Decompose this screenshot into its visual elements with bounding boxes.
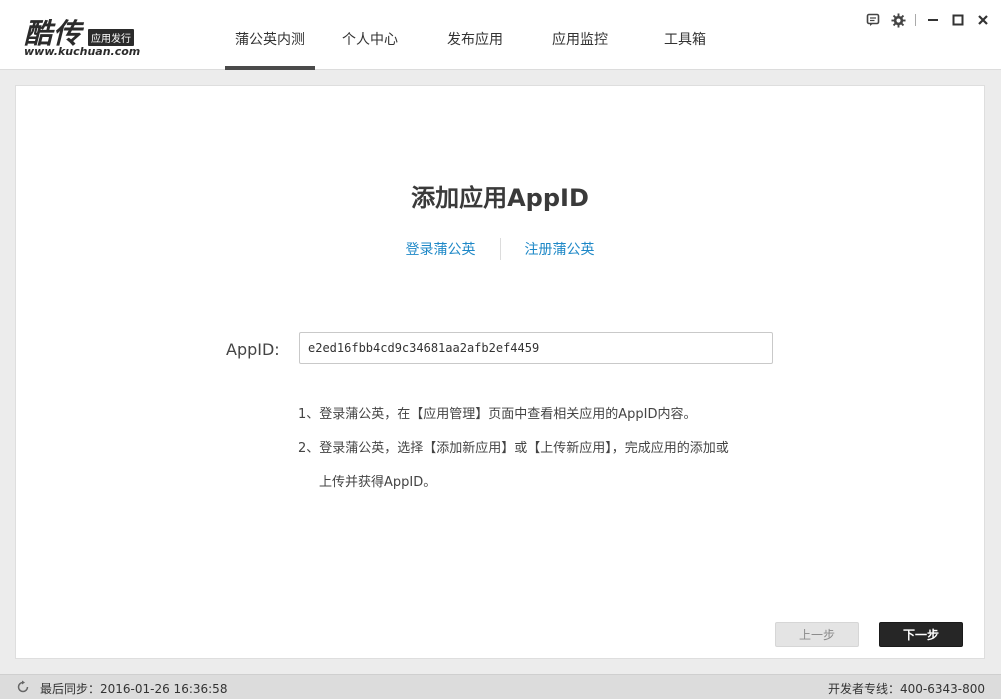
next-step-button[interactable]: 下一步	[879, 622, 963, 647]
instruction-line: 2、登录蒲公英，选择【添加新应用】或【上传新应用】，完成应用的添加或	[298, 441, 729, 456]
feedback-icon[interactable]	[865, 12, 881, 28]
nav-tab-app-monitor[interactable]: 应用监控	[525, 0, 635, 70]
close-icon[interactable]	[975, 12, 991, 28]
sync-icon[interactable]	[16, 680, 30, 694]
links-divider	[499, 238, 501, 260]
window-edge	[995, 0, 1001, 674]
nav-tab-publish-app[interactable]: 发布应用	[425, 0, 525, 70]
nav-tab-toolbox[interactable]: 工具箱	[635, 0, 735, 70]
register-pgyer-link[interactable]: 注册蒲公英	[525, 239, 595, 259]
logo-url: www.kuchuan.com	[24, 45, 141, 58]
window-controls	[865, 12, 991, 28]
status-bar: 最后同步：2016-01-26 16:36:58 开发者专线：400-6343-…	[0, 674, 1001, 699]
app-header: 酷传 应用发行 www.kuchuan.com 蒲公英内测 个人中心 发布应用 …	[0, 0, 1001, 70]
appid-label: AppID:	[226, 340, 280, 359]
maximize-icon[interactable]	[950, 12, 966, 28]
instructions: 1、登录蒲公英，在【应用管理】页面中查看相关应用的AppID内容。 2、登录蒲公…	[298, 398, 798, 500]
app-logo: 酷传 应用发行 www.kuchuan.com	[24, 12, 144, 60]
controls-divider	[915, 14, 916, 26]
instruction-line: 1、登录蒲公英，在【应用管理】页面中查看相关应用的AppID内容。	[298, 407, 697, 422]
login-pgyer-link[interactable]: 登录蒲公英	[406, 239, 476, 259]
last-sync-text: 最后同步：2016-01-26 16:36:58	[40, 682, 228, 696]
previous-step-button[interactable]: 上一步	[775, 622, 859, 647]
minimize-icon[interactable]	[925, 12, 941, 28]
add-appid-panel: 添加应用AppID 登录蒲公英 注册蒲公英 AppID: 1、登录蒲公英，在【应…	[15, 85, 985, 659]
logo-badge: 应用发行	[88, 29, 134, 46]
nav-tab-pgyer-beta[interactable]: 蒲公英内测	[225, 0, 315, 70]
main-nav: 蒲公英内测 个人中心 发布应用 应用监控 工具箱	[225, 0, 735, 70]
page-title: 添加应用AppID	[411, 184, 589, 212]
settings-icon[interactable]	[890, 12, 906, 28]
account-links: 登录蒲公英 注册蒲公英	[16, 238, 984, 260]
instruction-line: 上传并获得AppID。	[319, 475, 437, 490]
appid-input[interactable]	[299, 332, 773, 364]
developer-hotline: 开发者专线：400-6343-800	[827, 682, 985, 696]
nav-tab-personal-center[interactable]: 个人中心	[315, 0, 425, 70]
